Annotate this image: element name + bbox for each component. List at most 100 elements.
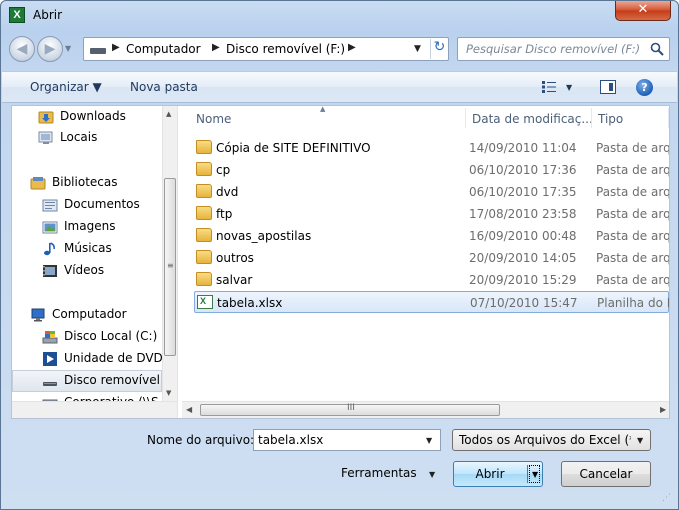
title-bar[interactable]: X Abrir ✕ [1,1,678,29]
forward-button[interactable]: ▶ [37,36,63,62]
file-type: Pasta de arquivos [596,229,669,243]
help-icon[interactable]: ? [636,79,653,96]
scroll-grip-icon: ≡ [167,261,174,270]
search-placeholder: Pesquisar Disco removível (F:) [466,42,641,56]
file-row[interactable]: ftp 17/08/2010 23:58 Pasta de arquivos [194,203,669,225]
downloads-folder-icon [38,111,54,124]
tools-dropdown-icon[interactable]: ▼ [429,470,435,479]
scroll-down-icon[interactable]: ▼ [166,389,171,397]
file-date: 14/09/2010 11:04 [469,141,577,155]
file-date: 20/09/2010 15:29 [469,273,577,287]
open-button[interactable]: Abrir ▼ [453,461,543,487]
command-bar: Organizar ▼ Nova pasta ▼ ? [2,71,677,103]
nav-item-imagens[interactable]: Imagens [12,216,162,238]
nav-pane-horizontal-scrollbar[interactable] [12,401,177,418]
documents-icon [42,199,58,212]
navigation-pane: Downloads Locais Bibliotecas Documentos … [12,106,177,418]
file-row-selected[interactable]: tabela.xlsx 07/10/2010 15:47 Planilha do… [194,291,669,313]
recent-pages-dropdown-icon[interactable]: ▼ [65,44,71,53]
pane-splitter[interactable] [177,106,181,418]
cancel-button[interactable]: Cancelar [561,461,651,487]
file-row[interactable]: dvd 06/10/2010 17:35 Pasta de arquivos [194,181,669,203]
file-type-filter-value: Todos os Arquivos do Excel (*.xlsx;*.xls… [459,433,631,447]
scroll-up-icon[interactable]: ▲ [166,110,171,118]
folder-icon [196,228,212,242]
scroll-right-icon[interactable]: ▶ [660,405,666,414]
cancel-button-label: Cancelar [579,467,633,481]
nav-item-disco-local[interactable]: Disco Local (C:) [12,326,162,348]
nav-item-label: Computador [52,307,127,321]
nav-item-label: Documentos [64,197,140,211]
pictures-icon [42,221,58,234]
filename-value: tabela.xlsx [258,433,324,447]
file-name: outros [216,251,254,265]
breadcrumb-removable-disk[interactable]: Disco removível (F:) [226,42,345,56]
nav-item-label: Músicas [64,241,112,255]
nav-item-documentos[interactable]: Documentos [12,194,162,216]
search-icon[interactable] [650,42,664,56]
file-name: novas_apostilas [216,229,312,243]
column-header-type[interactable]: Tipo [592,106,669,130]
drive-icon [90,48,106,54]
preview-pane-icon[interactable] [600,80,616,94]
file-type: Pasta de arquivos [596,141,669,155]
open-button-divider [527,465,528,483]
music-icon [44,242,55,256]
file-row[interactable]: novas_apostilas 16/09/2010 00:48 Pasta d… [194,225,669,247]
breadcrumb-separator-icon[interactable]: ▶ [348,42,356,53]
nav-pane-vertical-scrollbar[interactable]: ▲ ≡ ▼ [162,106,177,401]
address-bar[interactable]: ▶ Computador ▶ Disco removível (F:) ▶ ▼ … [83,37,449,61]
nav-item-downloads[interactable]: Downloads [12,106,162,128]
chevron-down-icon[interactable]: ▼ [532,470,538,479]
nav-item-label: Bibliotecas [52,175,118,189]
nav-item-disco-removivel[interactable]: Disco removível [12,370,162,392]
breadcrumb-separator-icon[interactable]: ▶ [212,42,220,53]
scroll-thumb[interactable]: III [200,403,500,416]
nav-item-computador[interactable]: Computador [12,304,162,326]
new-folder-button[interactable]: Nova pasta [130,80,198,94]
nav-item-label: Vídeos [64,263,105,277]
column-header-date[interactable]: Data de modificaç... [466,106,593,130]
chevron-down-icon[interactable]: ▼ [637,436,679,445]
file-type: Pasta de arquivos [596,185,669,199]
navigation-bar: ◀ ▶ ▼ ▶ Computador ▶ Disco removível (F:… [7,34,672,64]
tools-button[interactable]: Ferramentas [341,466,417,480]
file-list-horizontal-scrollbar[interactable]: ◀ III ▶ [182,401,669,418]
file-row[interactable]: salvar 20/09/2010 15:29 Pasta de arquivo… [194,269,669,291]
chevron-down-icon[interactable]: ▼ [426,436,432,445]
nav-item-label: Disco Local (C:) [64,329,158,343]
column-header-name[interactable]: Nome ▲ [182,106,466,130]
refresh-icon[interactable]: ↻ [430,39,448,59]
file-row[interactable]: Cópia de SITE DEFINITIVO 14/09/2010 11:0… [194,137,669,159]
nav-item-label: Downloads [60,109,126,123]
nav-item-videos[interactable]: Vídeos [12,260,162,282]
file-type-filter-select[interactable]: Todos os Arquivos do Excel (*.xlsx;*.xls… [452,429,651,451]
search-input[interactable]: Pesquisar Disco removível (F:) [457,37,670,61]
dvd-drive-icon [43,352,57,366]
address-dropdown-icon[interactable]: ▼ [414,44,421,54]
back-button[interactable]: ◀ [9,36,35,62]
nav-item-dvd[interactable]: Unidade de DVD [12,348,163,370]
breadcrumb-computador[interactable]: Computador [126,42,201,56]
scroll-grip-icon: III [347,403,355,413]
file-row[interactable]: outros 20/09/2010 14:05 Pasta de arquivo… [194,247,669,269]
scroll-left-icon[interactable]: ◀ [186,405,192,414]
excel-file-icon [197,295,213,309]
file-type: Pasta de arquivos [596,273,669,287]
file-date: 06/10/2010 17:36 [469,163,577,177]
file-row[interactable]: cp 06/10/2010 17:36 Pasta de arquivos [194,159,669,181]
file-date: 16/09/2010 00:48 [469,229,577,243]
nav-item-musicas[interactable]: Músicas [12,238,162,260]
nav-item-locais[interactable]: Locais [12,127,162,149]
file-name: tabela.xlsx [217,296,283,310]
organize-button[interactable]: Organizar ▼ [30,80,102,94]
close-button[interactable]: ✕ [615,1,671,21]
change-view-icon[interactable] [542,81,556,93]
resize-grip-icon[interactable]: ⋰ [662,493,671,503]
views-dropdown-icon[interactable]: ▼ [566,83,572,92]
nav-item-bibliotecas[interactable]: Bibliotecas [12,172,162,194]
filename-input[interactable]: tabela.xlsx ▼ [253,429,441,451]
videos-icon [43,265,57,277]
breadcrumb-separator-icon[interactable]: ▶ [112,42,120,53]
file-date: 06/10/2010 17:35 [469,185,577,199]
